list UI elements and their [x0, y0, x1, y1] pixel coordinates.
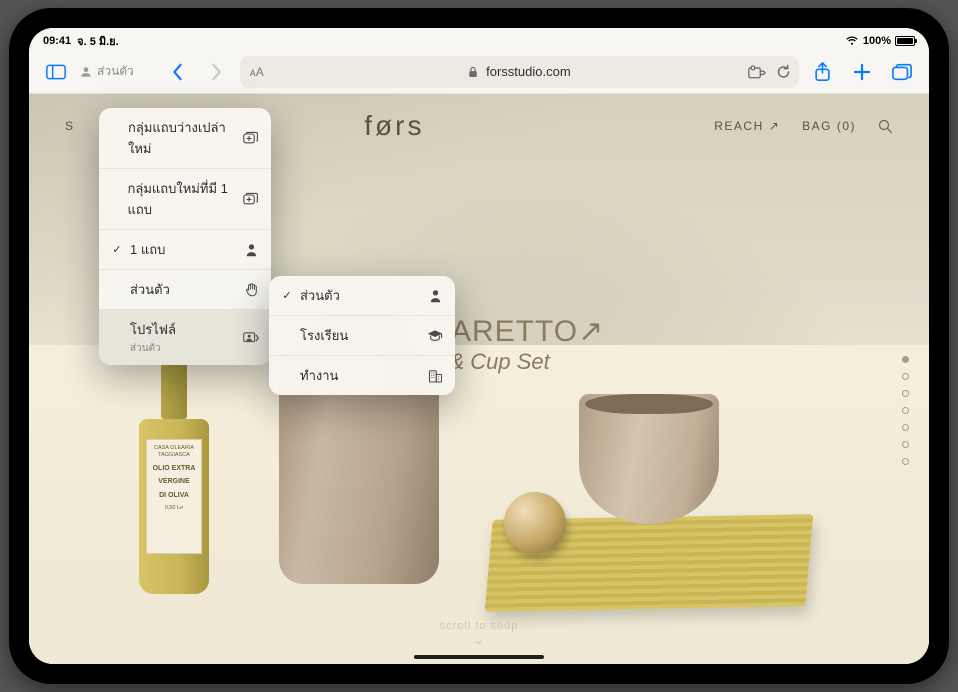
site-nav-reach[interactable]: REACH ↗ [714, 119, 780, 133]
menu-label: ส่วนตัว [130, 279, 170, 300]
menu-item-profiles[interactable]: โปรไฟล์ ส่วนตัว [99, 310, 271, 365]
menu-item-one-tab[interactable]: ✓1 แถบ [99, 230, 271, 270]
dot-2[interactable] [902, 373, 909, 380]
screen: 09:41 จ. 5 มิ.ย. 100% ส่วนตัว [29, 28, 929, 664]
battery-percent: 100% [863, 35, 891, 47]
menu-label: ส่วนตัว [300, 285, 340, 306]
menu-label: กลุ่มแถบใหม่ที่มี 1 แถบ [127, 178, 229, 220]
menu-item-private[interactable]: ส่วนตัว [99, 270, 271, 310]
menu-label: 1 แถบ [130, 239, 165, 260]
profile-item-school[interactable]: โรงเรียน [269, 316, 455, 356]
menu-label: โปรไฟล์ [130, 322, 176, 337]
building-icon [427, 368, 443, 384]
menu-item-new-empty-group[interactable]: กลุ่มแถบว่างเปล่าใหม่ [99, 108, 271, 169]
olive-oil-bottle: CASA OLEARIA TAGGIASCA OLIO EXTRA VERGIN… [139, 334, 209, 594]
ipad-frame: 09:41 จ. 5 มิ.ย. 100% ส่วนตัว [9, 8, 949, 684]
profile-item-personal[interactable]: ✓ส่วนตัว [269, 276, 455, 316]
dot-6[interactable] [902, 441, 909, 448]
bottle-brand: CASA OLEARIA TAGGIASCA [154, 445, 194, 458]
graduation-cap-icon [427, 328, 443, 344]
profiles-submenu: ✓ส่วนตัว โรงเรียน ทำงาน [269, 276, 455, 395]
cup-prop [579, 394, 719, 524]
tab-group-plus-icon [243, 130, 259, 146]
status-time: 09:41 [43, 35, 71, 47]
new-tab-button[interactable] [845, 55, 879, 89]
dot-5[interactable] [902, 424, 909, 431]
url-host: forsstudio.com [486, 64, 571, 79]
home-indicator[interactable] [414, 655, 544, 659]
bottle-line1: OLIO EXTRA [150, 464, 198, 473]
back-button[interactable] [160, 55, 194, 89]
menu-label: โรงเรียน [300, 325, 348, 346]
scroll-cue-text: scroll to shop [440, 620, 519, 632]
sidebar-toggle-button[interactable] [39, 55, 73, 89]
wifi-icon [845, 36, 859, 46]
extensions-icon[interactable] [748, 65, 766, 79]
tab-group-plus-icon [243, 191, 259, 207]
hand-privacy-icon [243, 282, 259, 298]
forward-button[interactable] [200, 55, 234, 89]
reload-button[interactable] [776, 64, 791, 80]
battery-icon [895, 36, 915, 46]
site-brand[interactable]: førs [364, 110, 424, 142]
page-dots[interactable] [902, 356, 909, 465]
menu-sublabel: ส่วนตัว [130, 341, 176, 356]
profile-item-work[interactable]: ทำงาน [269, 356, 455, 395]
menu-label: กลุ่มแถบว่างเปล่าใหม่ [128, 117, 229, 159]
person-icon [427, 288, 443, 304]
ball-prop [504, 492, 566, 554]
site-nav-left[interactable]: S [65, 119, 75, 133]
profile-indicator-label: ส่วนตัว [97, 62, 134, 81]
address-bar[interactable]: ᴀA forsstudio.com [240, 56, 799, 88]
status-bar: 09:41 จ. 5 มิ.ย. 100% [29, 28, 929, 50]
bottle-line3: DI OLIVA [150, 491, 198, 500]
profile-indicator[interactable]: ส่วนตัว [79, 62, 134, 81]
safari-toolbar: ส่วนตัว ᴀA forsstudio.com [29, 50, 929, 94]
bottle-volume: 0,50 Lℯ [150, 505, 198, 512]
site-nav-bag[interactable]: BAG (0) [802, 119, 856, 133]
person-icon [243, 242, 259, 258]
tab-overview-button[interactable] [885, 55, 919, 89]
menu-label: ทำงาน [300, 365, 338, 386]
dot-7[interactable] [902, 458, 909, 465]
status-date: จ. 5 มิ.ย. [77, 32, 119, 50]
scroll-cue: scroll to shop ⌄ [29, 620, 929, 648]
lock-icon [468, 66, 478, 78]
tab-groups-menu: กลุ่มแถบว่างเปล่าใหม่ กลุ่มแถบใหม่ที่มี … [99, 108, 271, 365]
menu-item-new-group-with-tab[interactable]: กลุ่มแถบใหม่ที่มี 1 แถบ [99, 169, 271, 230]
profile-card-chevron-icon [243, 330, 259, 346]
bottle-line2: VERGINE [150, 477, 198, 486]
dot-4[interactable] [902, 407, 909, 414]
chevron-down-icon: ⌄ [473, 632, 485, 647]
reader-aa-button[interactable]: ᴀA [250, 65, 264, 79]
dot-3[interactable] [902, 390, 909, 397]
dot-1[interactable] [902, 356, 909, 363]
search-icon[interactable] [878, 119, 893, 134]
share-button[interactable] [805, 55, 839, 89]
